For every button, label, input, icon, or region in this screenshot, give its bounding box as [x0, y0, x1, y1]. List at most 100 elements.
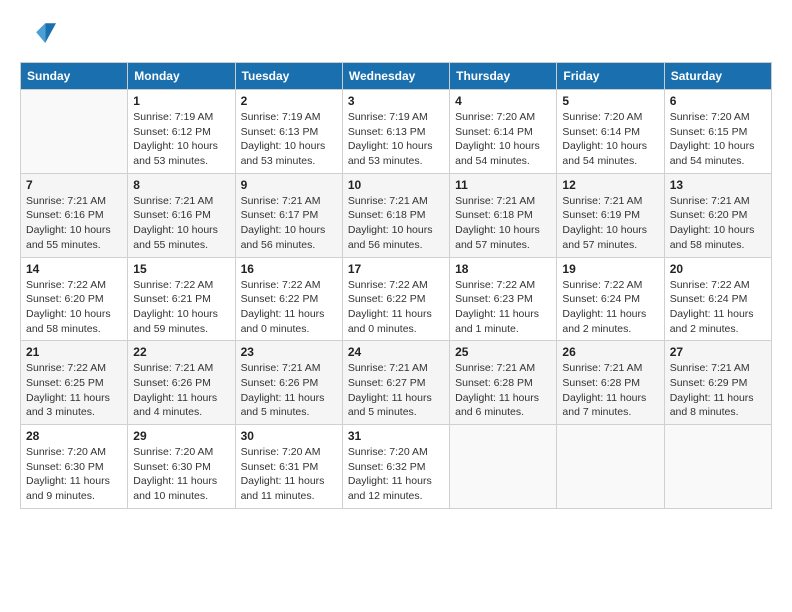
day-number: 1 [133, 94, 229, 108]
day-info: Sunrise: 7:19 AM Sunset: 6:12 PM Dayligh… [133, 110, 229, 169]
day-number: 7 [26, 178, 122, 192]
calendar-cell [450, 425, 557, 509]
day-info: Sunrise: 7:22 AM Sunset: 6:22 PM Dayligh… [348, 278, 444, 337]
weekday-header-wednesday: Wednesday [342, 63, 449, 90]
day-number: 10 [348, 178, 444, 192]
week-row-4: 28 Sunrise: 7:20 AM Sunset: 6:30 PM Dayli… [21, 425, 772, 509]
day-info: Sunrise: 7:21 AM Sunset: 6:18 PM Dayligh… [348, 194, 444, 253]
day-info: Sunrise: 7:20 AM Sunset: 6:31 PM Dayligh… [241, 445, 337, 504]
day-info: Sunrise: 7:21 AM Sunset: 6:16 PM Dayligh… [26, 194, 122, 253]
day-info: Sunrise: 7:21 AM Sunset: 6:18 PM Dayligh… [455, 194, 551, 253]
week-row-2: 14Sunrise: 7:22 AM Sunset: 6:20 PM Dayli… [21, 257, 772, 341]
calendar-cell: 29 Sunrise: 7:20 AM Sunset: 6:30 PM Dayli… [128, 425, 235, 509]
calendar-cell: 7 Sunrise: 7:21 AM Sunset: 6:16 PM Daylig… [21, 173, 128, 257]
day-info: Sunrise: 7:22 AM Sunset: 6:24 PM Dayligh… [670, 278, 766, 337]
calendar-cell [664, 425, 771, 509]
day-number: 15 [133, 262, 229, 276]
day-number: 9 [241, 178, 337, 192]
day-info: Sunrise: 7:20 AM Sunset: 6:15 PM Dayligh… [670, 110, 766, 169]
day-info: Sunrise: 7:21 AM Sunset: 6:17 PM Dayligh… [241, 194, 337, 253]
day-info: Sunrise: 7:21 AM Sunset: 6:29 PM Dayligh… [670, 361, 766, 420]
day-info: Sunrise: 7:21 AM Sunset: 6:19 PM Dayligh… [562, 194, 658, 253]
day-info: Sunrise: 7:22 AM Sunset: 6:20 PM Dayligh… [26, 278, 122, 337]
calendar-cell: 11 Sunrise: 7:21 AM Sunset: 6:18 PM Dayli… [450, 173, 557, 257]
day-number: 21 [26, 345, 122, 359]
calendar-cell: 20 Sunrise: 7:22 AM Sunset: 6:24 PM Dayli… [664, 257, 771, 341]
day-info: Sunrise: 7:21 AM Sunset: 6:26 PM Dayligh… [133, 361, 229, 420]
day-number: 27 [670, 345, 766, 359]
page: SundayMondayTuesdayWednesdayThursdayFrid… [0, 0, 792, 525]
calendar-cell: 15Sunrise: 7:22 AM Sunset: 6:21 PM Dayli… [128, 257, 235, 341]
day-info: Sunrise: 7:20 AM Sunset: 6:14 PM Dayligh… [562, 110, 658, 169]
calendar-cell: 31 Sunrise: 7:20 AM Sunset: 6:32 PM Dayli… [342, 425, 449, 509]
day-info: Sunrise: 7:20 AM Sunset: 6:32 PM Dayligh… [348, 445, 444, 504]
day-number: 8 [133, 178, 229, 192]
header [20, 16, 772, 52]
calendar-cell: 26Sunrise: 7:21 AM Sunset: 6:28 PM Dayli… [557, 341, 664, 425]
calendar-cell: 9 Sunrise: 7:21 AM Sunset: 6:17 PM Daylig… [235, 173, 342, 257]
weekday-header-thursday: Thursday [450, 63, 557, 90]
calendar-cell: 2 Sunrise: 7:19 AM Sunset: 6:13 PM Daylig… [235, 90, 342, 174]
day-info: Sunrise: 7:21 AM Sunset: 6:20 PM Dayligh… [670, 194, 766, 253]
calendar-cell: 12 Sunrise: 7:21 AM Sunset: 6:19 PM Dayli… [557, 173, 664, 257]
weekday-header-saturday: Saturday [664, 63, 771, 90]
logo-icon [20, 16, 56, 52]
calendar-cell: 17 Sunrise: 7:22 AM Sunset: 6:22 PM Dayli… [342, 257, 449, 341]
calendar-cell: 16Sunrise: 7:22 AM Sunset: 6:22 PM Dayli… [235, 257, 342, 341]
logo [20, 16, 60, 52]
day-info: Sunrise: 7:22 AM Sunset: 6:25 PM Dayligh… [26, 361, 122, 420]
week-row-0: 1 Sunrise: 7:19 AM Sunset: 6:12 PM Daylig… [21, 90, 772, 174]
day-number: 20 [670, 262, 766, 276]
calendar-cell: 24Sunrise: 7:21 AM Sunset: 6:27 PM Dayli… [342, 341, 449, 425]
calendar-cell: 13 Sunrise: 7:21 AM Sunset: 6:20 PM Dayli… [664, 173, 771, 257]
day-number: 12 [562, 178, 658, 192]
calendar-cell: 5 Sunrise: 7:20 AM Sunset: 6:14 PM Daylig… [557, 90, 664, 174]
day-number: 29 [133, 429, 229, 443]
day-number: 11 [455, 178, 551, 192]
calendar-cell: 8 Sunrise: 7:21 AM Sunset: 6:16 PM Daylig… [128, 173, 235, 257]
day-number: 4 [455, 94, 551, 108]
calendar-cell: 27 Sunrise: 7:21 AM Sunset: 6:29 PM Dayli… [664, 341, 771, 425]
day-info: Sunrise: 7:20 AM Sunset: 6:14 PM Dayligh… [455, 110, 551, 169]
day-number: 13 [670, 178, 766, 192]
day-number: 5 [562, 94, 658, 108]
day-info: Sunrise: 7:19 AM Sunset: 6:13 PM Dayligh… [348, 110, 444, 169]
calendar-cell: 14Sunrise: 7:22 AM Sunset: 6:20 PM Dayli… [21, 257, 128, 341]
day-info: Sunrise: 7:21 AM Sunset: 6:27 PM Dayligh… [348, 361, 444, 420]
calendar-cell: 3Sunrise: 7:19 AM Sunset: 6:13 PM Daylig… [342, 90, 449, 174]
day-number: 19 [562, 262, 658, 276]
weekday-header-sunday: Sunday [21, 63, 128, 90]
day-number: 30 [241, 429, 337, 443]
calendar-cell: 23 Sunrise: 7:21 AM Sunset: 6:26 PM Dayli… [235, 341, 342, 425]
calendar-cell: 1 Sunrise: 7:19 AM Sunset: 6:12 PM Daylig… [128, 90, 235, 174]
week-row-3: 21 Sunrise: 7:22 AM Sunset: 6:25 PM Dayli… [21, 341, 772, 425]
day-info: Sunrise: 7:20 AM Sunset: 6:30 PM Dayligh… [133, 445, 229, 504]
day-number: 18 [455, 262, 551, 276]
day-info: Sunrise: 7:20 AM Sunset: 6:30 PM Dayligh… [26, 445, 122, 504]
day-info: Sunrise: 7:19 AM Sunset: 6:13 PM Dayligh… [241, 110, 337, 169]
day-number: 2 [241, 94, 337, 108]
day-info: Sunrise: 7:21 AM Sunset: 6:28 PM Dayligh… [562, 361, 658, 420]
day-number: 23 [241, 345, 337, 359]
weekday-header-friday: Friday [557, 63, 664, 90]
calendar-cell: 28 Sunrise: 7:20 AM Sunset: 6:30 PM Dayli… [21, 425, 128, 509]
calendar-cell: 21 Sunrise: 7:22 AM Sunset: 6:25 PM Dayli… [21, 341, 128, 425]
day-info: Sunrise: 7:22 AM Sunset: 6:23 PM Dayligh… [455, 278, 551, 337]
calendar-cell: 4 Sunrise: 7:20 AM Sunset: 6:14 PM Daylig… [450, 90, 557, 174]
day-number: 17 [348, 262, 444, 276]
day-number: 28 [26, 429, 122, 443]
day-number: 31 [348, 429, 444, 443]
calendar-cell: 19 Sunrise: 7:22 AM Sunset: 6:24 PM Dayli… [557, 257, 664, 341]
day-number: 16 [241, 262, 337, 276]
calendar-cell [21, 90, 128, 174]
day-info: Sunrise: 7:22 AM Sunset: 6:24 PM Dayligh… [562, 278, 658, 337]
day-number: 6 [670, 94, 766, 108]
day-info: Sunrise: 7:21 AM Sunset: 6:16 PM Dayligh… [133, 194, 229, 253]
calendar-cell [557, 425, 664, 509]
day-info: Sunrise: 7:21 AM Sunset: 6:26 PM Dayligh… [241, 361, 337, 420]
weekday-header-tuesday: Tuesday [235, 63, 342, 90]
calendar-cell: 30 Sunrise: 7:20 AM Sunset: 6:31 PM Dayli… [235, 425, 342, 509]
calendar-cell: 22Sunrise: 7:21 AM Sunset: 6:26 PM Dayli… [128, 341, 235, 425]
calendar-cell: 10 Sunrise: 7:21 AM Sunset: 6:18 PM Dayli… [342, 173, 449, 257]
weekday-header-monday: Monday [128, 63, 235, 90]
